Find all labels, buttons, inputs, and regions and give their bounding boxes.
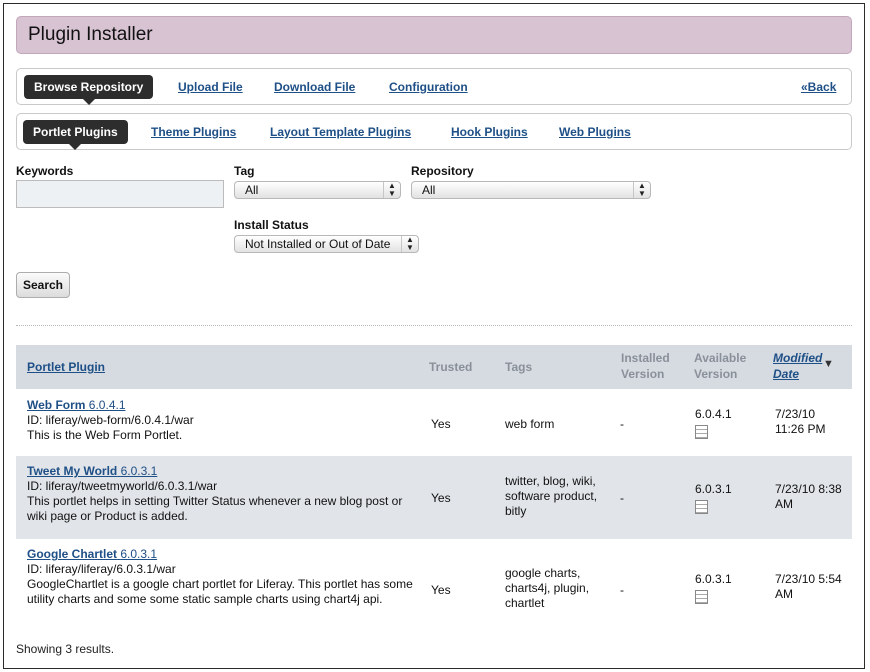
tab-portlet-plugins[interactable]: Portlet Plugins	[23, 120, 128, 150]
table-row: Google Chartlet 6.0.3.1 ID: liferay/life…	[16, 539, 852, 634]
repository-select[interactable]: All ▲ ▼	[411, 181, 651, 199]
plugin-name: Web Form	[27, 398, 86, 412]
tab-hook-plugins[interactable]: Hook Plugins	[451, 125, 528, 139]
title-bar: Plugin Installer	[16, 16, 852, 54]
results-count: Showing 3 results.	[16, 642, 115, 656]
plugin-link[interactable]: Web Form 6.0.4.1	[27, 398, 126, 412]
plugin-description: This portlet helps in setting Twitter St…	[27, 494, 403, 523]
page-title: Plugin Installer	[28, 24, 153, 45]
column-available-line2: Version	[694, 367, 738, 381]
column-installed-line1: Installed	[621, 351, 670, 365]
tags-cell: web form	[505, 417, 555, 431]
back-link[interactable]: «Back	[801, 80, 836, 94]
select-arrows-icon: ▲ ▼	[401, 236, 418, 252]
tags-cell: twitter, blog, wiki, software product, b…	[505, 474, 598, 518]
trusted-cell: Yes	[431, 583, 451, 597]
trusted-cell: Yes	[431, 491, 451, 505]
column-trusted: Trusted	[429, 360, 473, 374]
install-status-select[interactable]: Not Installed or Out of Date ▲ ▼	[234, 235, 419, 253]
tag-label: Tag	[234, 164, 255, 178]
plugin-id: ID: liferay/liferay/6.0.3.1/war	[27, 562, 176, 576]
divider	[16, 325, 852, 326]
document-icon[interactable]	[695, 590, 708, 604]
column-modified-line1[interactable]: Modified	[773, 351, 822, 365]
select-arrows-icon: ▲ ▼	[633, 182, 650, 198]
available-version: 6.0.3.1	[695, 482, 732, 496]
plugin-version: 6.0.4.1	[88, 398, 126, 412]
column-available-line1: Available	[694, 351, 747, 365]
tab-configuration[interactable]: Configuration	[389, 80, 468, 94]
plugin-type-tab-bar: Portlet Plugins Theme Plugins Layout Tem…	[16, 113, 852, 150]
search-button[interactable]: Search	[16, 272, 70, 298]
plugin-cell: Tweet My World 6.0.3.1 ID: liferay/tweet…	[27, 464, 417, 524]
tags-cell: google charts, charts4j, plugin, chartle…	[505, 566, 590, 610]
plugin-description: This is the Web Form Portlet.	[27, 428, 183, 442]
installed-version-cell: -	[620, 417, 624, 431]
column-portlet-plugin[interactable]: Portlet Plugin	[27, 360, 105, 374]
available-version: 6.0.4.1	[695, 407, 732, 421]
column-modified-line2[interactable]: Date	[773, 367, 799, 381]
document-icon[interactable]	[695, 500, 708, 514]
keywords-label: Keywords	[16, 164, 74, 178]
plugin-link[interactable]: Tweet My World 6.0.3.1	[27, 464, 157, 478]
tab-browse-repository[interactable]: Browse Repository	[24, 75, 154, 105]
tab-download-file[interactable]: Download File	[274, 80, 355, 94]
repository-select-value: All	[422, 183, 436, 197]
plugin-link[interactable]: Google Chartlet 6.0.3.1	[27, 547, 157, 561]
installed-version-cell: -	[620, 583, 624, 597]
plugin-cell: Web Form 6.0.4.1 ID: liferay/web-form/6.…	[27, 398, 417, 443]
tab-theme-plugins[interactable]: Theme Plugins	[151, 125, 236, 139]
table-row: Web Form 6.0.4.1 ID: liferay/web-form/6.…	[16, 389, 852, 456]
column-tags: Tags	[505, 360, 533, 374]
sort-desc-icon[interactable]: ▼	[823, 358, 834, 370]
available-version-cell: 6.0.3.1	[695, 482, 732, 514]
trusted-cell: Yes	[431, 417, 451, 431]
repository-label: Repository	[411, 164, 474, 178]
tab-upload-file[interactable]: Upload File	[178, 80, 243, 94]
tag-select-value: All	[245, 183, 259, 197]
modified-date-cell: 7/23/10 5:54 AM	[775, 572, 842, 601]
available-version-cell: 6.0.3.1	[695, 572, 732, 604]
installed-version-cell: -	[620, 491, 624, 505]
modified-date-cell: 7/23/10 8:38 AM	[775, 482, 842, 511]
keywords-input[interactable]	[16, 180, 224, 208]
plugin-version: 6.0.3.1	[120, 464, 158, 478]
tab-web-plugins[interactable]: Web Plugins	[559, 125, 631, 139]
plugin-description: GoogleChartlet is a google chart portlet…	[27, 577, 413, 606]
install-status-label: Install Status	[234, 218, 309, 232]
table-row: Tweet My World 6.0.3.1 ID: liferay/tweet…	[16, 456, 852, 539]
document-icon[interactable]	[695, 425, 708, 439]
plugin-installer-window: Plugin Installer Browse Repository Uploa…	[3, 3, 865, 669]
top-tab-bar: Browse Repository Upload File Download F…	[16, 68, 852, 105]
plugin-version: 6.0.3.1	[120, 547, 158, 561]
plugin-id: ID: liferay/tweetmyworld/6.0.3.1/war	[27, 479, 218, 493]
modified-date-cell: 7/23/10 11:26 PM	[775, 407, 826, 436]
tab-layout-template-plugins[interactable]: Layout Template Plugins	[270, 125, 411, 139]
column-installed-line2: Version	[621, 367, 665, 381]
plugin-id: ID: liferay/web-form/6.0.4.1/war	[27, 413, 194, 427]
plugin-name: Tweet My World	[27, 464, 118, 478]
available-version-cell: 6.0.4.1	[695, 407, 732, 439]
tag-select[interactable]: All ▲ ▼	[234, 181, 401, 199]
select-arrows-icon: ▲ ▼	[383, 182, 400, 198]
plugin-name: Google Chartlet	[27, 547, 118, 561]
plugin-cell: Google Chartlet 6.0.3.1 ID: liferay/life…	[27, 547, 417, 607]
table-header: Portlet Plugin Trusted Tags Installed Ve…	[16, 345, 852, 389]
available-version: 6.0.3.1	[695, 572, 732, 586]
install-status-select-value: Not Installed or Out of Date	[245, 237, 391, 251]
